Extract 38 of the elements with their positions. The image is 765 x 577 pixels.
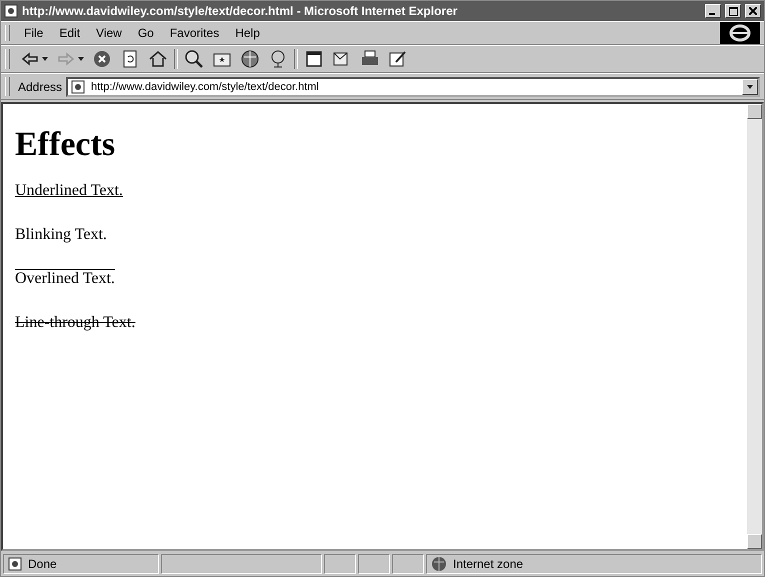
caret-icon [747, 84, 753, 88]
page-icon [71, 80, 86, 94]
menu-item[interactable]: Help [229, 26, 266, 40]
globe-icon [240, 49, 260, 69]
status-pane [358, 554, 390, 574]
close-button[interactable] [745, 4, 761, 18]
window-title: http://www.davidwiley.com/style/text/decor.html - Microsoft Internet Explorer [22, 4, 458, 18]
search-icon [184, 49, 204, 69]
decorated-text: Line-through Text. [15, 314, 136, 332]
edit-icon [388, 49, 408, 69]
decorated-text: Underlined Text. [15, 182, 124, 200]
stop-icon [92, 49, 112, 69]
maximize-button[interactable] [725, 4, 741, 18]
logo-icon [729, 24, 751, 42]
status-pane [324, 554, 356, 574]
globe-icon [431, 556, 447, 572]
address-field[interactable]: http://www.davidwiley.com/style/text/decor.html [66, 76, 760, 96]
scrollbar[interactable] [747, 104, 762, 549]
menu-item[interactable]: Go [132, 26, 160, 40]
minimize-button[interactable] [705, 4, 721, 18]
decorated-text: Overlined Text. [15, 270, 116, 288]
menu-item[interactable]: View [90, 26, 128, 40]
status-text: Done [28, 557, 57, 571]
zone-text: Internet zone [453, 557, 524, 571]
menu-item[interactable]: Favorites [164, 26, 226, 40]
home-icon [148, 49, 168, 69]
maximize-icon [728, 6, 738, 16]
page-icon [8, 557, 22, 571]
menu-item[interactable]: File [18, 26, 50, 40]
close-icon [749, 7, 757, 15]
menu-item[interactable]: Edit [53, 26, 86, 40]
window-icon [304, 49, 324, 69]
page-heading: Effects [15, 126, 116, 164]
status-pane [392, 554, 424, 574]
decorated-text: Blinking Text. [15, 226, 108, 244]
dropdown-button[interactable] [742, 78, 758, 94]
page-icon [4, 4, 18, 18]
address-label: Address [18, 80, 62, 94]
